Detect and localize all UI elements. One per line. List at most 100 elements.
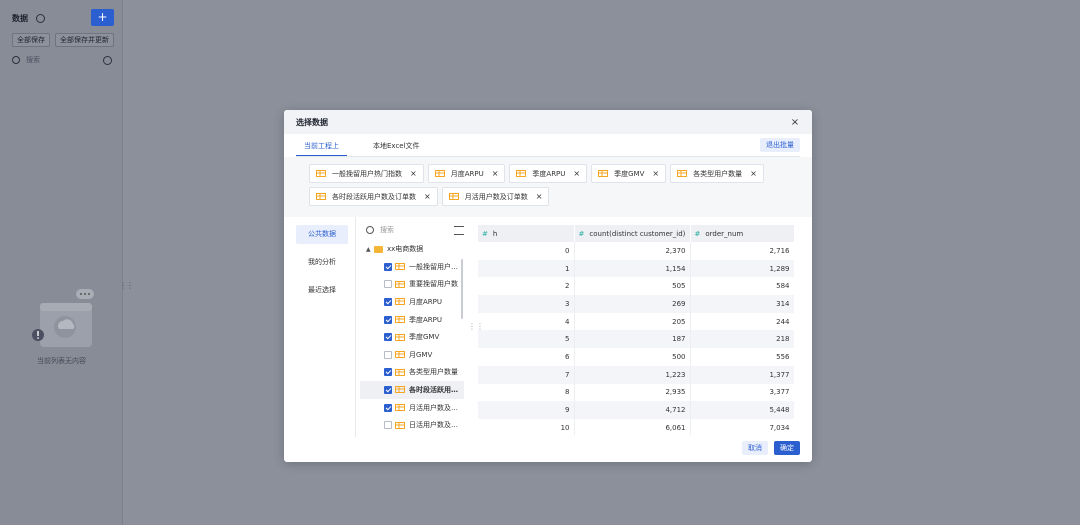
table-cell: 9 bbox=[478, 401, 575, 419]
tab-local-excel[interactable]: 本地Excel文件 bbox=[365, 137, 428, 157]
table-cell: 218 bbox=[690, 330, 794, 349]
table-cell: 2,935 bbox=[574, 383, 691, 402]
search-icon bbox=[12, 56, 20, 64]
tree-search[interactable]: 搜索 bbox=[360, 223, 464, 237]
table-cell: 269 bbox=[574, 295, 691, 313]
tree-item-label: 季度ARPU bbox=[409, 315, 442, 324]
tree-item[interactable]: 月GMV bbox=[360, 346, 464, 364]
table-body: 0 2,370 2,716 1 1,154 1,289 2 505 584 3 269 314 4 205… bbox=[478, 242, 794, 435]
table-cell: 2 bbox=[478, 277, 575, 296]
tree-item[interactable]: 各类型用户数量 bbox=[360, 364, 464, 382]
checkbox-icon[interactable] bbox=[384, 297, 392, 306]
modal-header: 选择数据 × bbox=[284, 110, 812, 134]
table-icon bbox=[395, 368, 405, 376]
search-input[interactable]: 搜索 bbox=[26, 55, 40, 65]
table-cell: 5 bbox=[478, 330, 575, 349]
checkbox-icon[interactable] bbox=[384, 280, 392, 289]
tree-item-label: 一般挽留用户热门指数 bbox=[409, 262, 464, 271]
remove-chip-icon[interactable]: × bbox=[424, 192, 431, 201]
checkbox-icon[interactable] bbox=[384, 350, 392, 359]
tree-item[interactable]: 各时段活跃用户数及订单数 bbox=[360, 381, 464, 399]
tree-item-label: 日活用户数及订单数 bbox=[409, 421, 464, 430]
checkbox-icon[interactable] bbox=[384, 385, 392, 394]
table-cell: 6 bbox=[478, 348, 575, 366]
checkbox-icon[interactable] bbox=[384, 403, 392, 412]
tree-item-label: 各类型用户数量 bbox=[409, 368, 458, 377]
sort-icon[interactable] bbox=[454, 225, 464, 235]
table-cell: 500 bbox=[574, 348, 691, 366]
nav-divider bbox=[355, 217, 356, 437]
tree-item[interactable]: 重要挽留用户数 bbox=[360, 276, 464, 294]
numeric-type-icon: # bbox=[694, 229, 701, 238]
add-data-button[interactable]: + bbox=[91, 9, 114, 26]
column-header-label: h bbox=[492, 229, 498, 238]
tree-item-label: 月度ARPU bbox=[409, 297, 442, 306]
caret-down-icon[interactable]: ▲ bbox=[366, 246, 374, 253]
remove-chip-icon[interactable]: × bbox=[536, 192, 543, 201]
tree-scrollbar[interactable] bbox=[461, 259, 463, 319]
table-icon bbox=[395, 298, 405, 306]
sidebar-search[interactable]: 搜索 bbox=[12, 53, 114, 67]
table-icon bbox=[395, 404, 405, 412]
save-all-button[interactable]: 全部保存 bbox=[12, 33, 50, 47]
selected-chip: 季度ARPU × bbox=[509, 164, 588, 183]
confirm-button[interactable]: 确定 bbox=[774, 441, 800, 455]
chip-label: 月活用户数及订单数 bbox=[464, 192, 528, 201]
table-icon bbox=[516, 170, 527, 177]
save-all-update-button[interactable]: 全部保存并更新 bbox=[55, 33, 114, 47]
sidebar-resize-handle[interactable]: ⋮⋮ bbox=[119, 281, 134, 290]
tree-item[interactable]: 月活用户数及订单数 bbox=[360, 399, 464, 417]
tree-root-folder[interactable]: ▲ xx电商数据 bbox=[360, 240, 464, 258]
table-icon bbox=[395, 280, 405, 288]
table-row: 6 500 556 bbox=[478, 348, 794, 366]
more-icon[interactable] bbox=[103, 55, 112, 65]
table-icon bbox=[395, 263, 405, 271]
column-header[interactable]: # order_num bbox=[690, 225, 794, 242]
checkbox-icon[interactable] bbox=[384, 333, 392, 342]
source-tabs: 当前工程上 本地Excel文件 bbox=[296, 137, 428, 157]
nav-my-analysis[interactable]: 我的分析 bbox=[296, 253, 348, 272]
checkbox-icon[interactable] bbox=[384, 421, 392, 430]
remove-chip-icon[interactable]: × bbox=[410, 169, 417, 178]
remove-chip-icon[interactable]: × bbox=[492, 169, 499, 178]
checkbox-icon[interactable] bbox=[384, 262, 392, 271]
exit-batch-button[interactable]: 退出批量 bbox=[760, 138, 800, 152]
table-cell: 187 bbox=[574, 330, 691, 349]
remove-chip-icon[interactable]: × bbox=[750, 169, 757, 178]
table-icon bbox=[434, 170, 445, 177]
settings-icon[interactable] bbox=[36, 13, 45, 23]
column-header[interactable]: # count(distinct customer_id) bbox=[574, 225, 691, 242]
tab-current-project[interactable]: 当前工程上 bbox=[296, 137, 347, 157]
data-tree: 搜索 ▲ xx电商数据 一般挽留用户热门指数重要挽留用户数月度ARPU 季度ARP… bbox=[360, 223, 464, 437]
nav-recent[interactable]: 最近选择 bbox=[296, 281, 348, 300]
column-header-label: count(distinct customer_id) bbox=[589, 229, 686, 238]
tree-item-label: 月GMV bbox=[409, 350, 433, 359]
tree-item-label: 重要挽留用户数 bbox=[409, 280, 458, 289]
column-header[interactable]: # h bbox=[478, 225, 575, 242]
tree-item[interactable]: 季度GMV bbox=[360, 328, 464, 346]
table-cell: 7 bbox=[478, 365, 575, 384]
table-cell: 0 bbox=[478, 242, 575, 260]
close-icon[interactable]: × bbox=[790, 117, 800, 128]
data-preview-table: # h # count(distinct customer_id) # order_num… bbox=[478, 225, 794, 435]
search-icon bbox=[366, 226, 374, 234]
checkbox-icon[interactable] bbox=[384, 368, 392, 377]
checkbox-icon[interactable] bbox=[384, 315, 392, 324]
remove-chip-icon[interactable]: × bbox=[573, 169, 580, 178]
selected-chip: 一般挽留用户热门指数 × bbox=[309, 164, 424, 183]
remove-chip-icon[interactable]: × bbox=[652, 169, 659, 178]
tree-items: 一般挽留用户热门指数重要挽留用户数月度ARPU 季度ARPU 季度GMV 月GMV 各类… bbox=[360, 258, 464, 434]
table-icon bbox=[395, 351, 405, 359]
tree-item[interactable]: 月度ARPU bbox=[360, 293, 464, 311]
tree-item[interactable]: 一般挽留用户热门指数 bbox=[360, 258, 464, 276]
table-cell: 1,289 bbox=[690, 259, 794, 278]
nav-public-data[interactable]: 公共数据 bbox=[296, 225, 348, 244]
tree-item[interactable]: 日活用户数及订单数 bbox=[360, 416, 464, 434]
tree-item[interactable]: 季度ARPU bbox=[360, 311, 464, 329]
selected-chips: 一般挽留用户热门指数 × 月度ARPU × 季度ARPU × 季度GMV × 各类型用户数量 × 各… bbox=[309, 164, 779, 206]
tree-search-input[interactable]: 搜索 bbox=[380, 225, 394, 235]
selected-chip: 月活用户数及订单数 × bbox=[441, 187, 550, 206]
table-cell: 2,716 bbox=[690, 242, 794, 260]
selected-chip: 季度GMV × bbox=[591, 164, 667, 183]
cancel-button[interactable]: 取消 bbox=[742, 441, 768, 455]
